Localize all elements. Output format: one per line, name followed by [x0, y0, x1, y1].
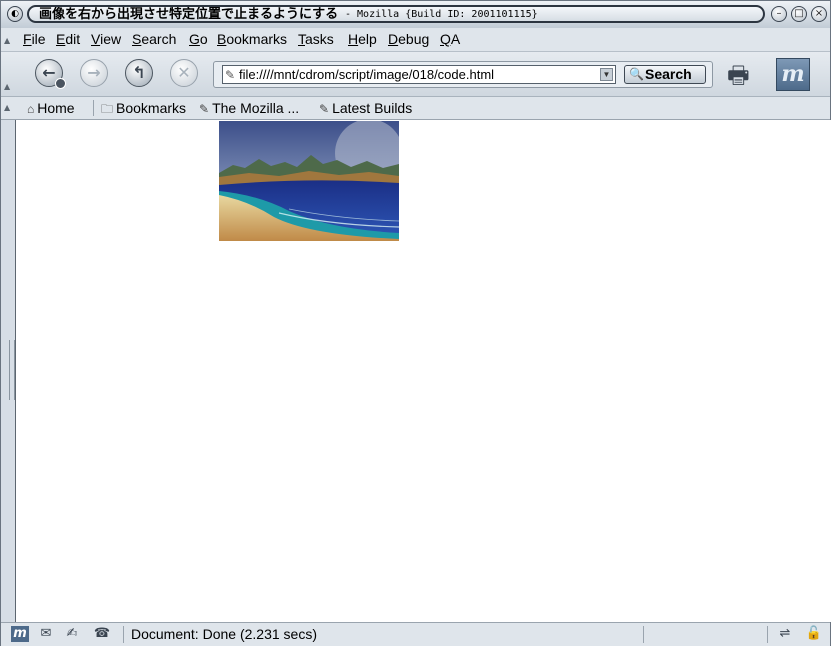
folder-icon: 🗀 — [101, 102, 114, 116]
personal-home-button[interactable]: ⌂ Home — [27, 99, 75, 118]
beach-landscape-image — [219, 121, 399, 241]
maximize-icon[interactable]: □ — [791, 6, 807, 22]
toolbar-grip-icon[interactable]: ▲ — [4, 82, 12, 94]
toolbar-grip-icon[interactable]: ▲ — [4, 36, 12, 48]
url-bar-group: ✎ file:////mnt/cdrom/script/image/018/co… — [213, 61, 713, 88]
personal-bookmarks-button[interactable]: 🗀 Bookmarks — [101, 99, 186, 118]
online-status-icon[interactable]: ⇌ — [773, 626, 797, 642]
menu-help[interactable]: Help — [348, 30, 377, 48]
reload-icon[interactable]: ↰ — [125, 59, 153, 87]
security-lock-icon[interactable]: 🔓 — [805, 626, 823, 642]
beach-landscape-illustration — [219, 121, 399, 241]
page-proxy-icon[interactable]: ✎ — [225, 67, 235, 83]
menu-edit[interactable]: Edit — [56, 30, 80, 48]
menu-tasks[interactable]: Tasks — [298, 30, 334, 48]
navigator-icon[interactable]: m — [11, 626, 29, 642]
menu-debug[interactable]: Debug — [388, 30, 429, 48]
search-button-label: Search — [645, 66, 692, 82]
search-button[interactable]: 🔍 Search — [624, 65, 706, 84]
personal-mozilla-label: The Mozilla ... — [212, 100, 300, 116]
toolbar-divider — [93, 100, 94, 116]
personal-home-label: Home — [37, 100, 75, 116]
url-input[interactable]: ✎ file:////mnt/cdrom/script/image/018/co… — [222, 65, 616, 84]
url-history-dropdown-icon[interactable]: ▼ — [600, 68, 613, 81]
menu-go[interactable]: Go — [189, 30, 208, 48]
menu-bookmarks[interactable]: Bookmarks — [217, 30, 287, 48]
window-title: 画像を右から出現させ特定位置で止まるようにする - Mozilla {Build… — [27, 5, 765, 23]
url-text: file:////mnt/cdrom/script/image/018/code… — [239, 67, 495, 82]
navigation-toolbar: ▲ ← → ↰ ✕ ✎ file:////mnt/cdrom/script/im… — [1, 52, 830, 97]
status-divider — [643, 626, 644, 643]
toolbar-grip-icon[interactable]: ▲ — [4, 103, 12, 115]
sidebar-splitter[interactable] — [1, 120, 15, 622]
stop-icon[interactable]: ✕ — [170, 59, 198, 87]
window-menu-icon[interactable]: ◐ — [7, 6, 23, 22]
window-title-main: 画像を右から出現させ特定位置で止まるようにする — [39, 7, 339, 22]
address-book-icon[interactable]: ☎ — [93, 626, 111, 642]
mozilla-logo-icon[interactable]: m — [776, 58, 810, 91]
browser-window: ◐ 画像を右から出現させ特定位置で止まるようにする - Mozilla {Bui… — [0, 0, 831, 646]
mail-icon[interactable]: ✉ — [37, 626, 55, 642]
personal-latest-builds-label: Latest Builds — [332, 100, 413, 116]
close-icon[interactable]: × — [811, 6, 827, 22]
title-bar[interactable]: ◐ 画像を右から出現させ特定位置で止まるようにする - Mozilla {Bui… — [1, 1, 830, 29]
back-arrow-icon[interactable]: ← — [35, 59, 66, 89]
personal-latest-builds-link[interactable]: ✎ Latest Builds — [319, 99, 412, 118]
menu-qa[interactable]: QA — [440, 30, 460, 48]
menu-bar: ▲ File Edit View Search Go Bookmarks Tas… — [1, 28, 830, 52]
minimize-icon[interactable]: – — [771, 6, 787, 22]
bookmark-icon: ✎ — [199, 102, 210, 116]
composer-icon[interactable]: ✍ — [63, 626, 81, 642]
menu-search[interactable]: Search — [132, 30, 176, 48]
personal-toolbar: ▲ ⌂ Home 🗀 Bookmarks ✎ The Mozilla ... ✎ Lat… — [1, 97, 830, 120]
search-icon: 🔍 — [629, 67, 644, 81]
status-bar: m ✉ ✍ ☎ Document: Done (2.231 secs) ⇌ 🔓 — [1, 622, 830, 646]
bookmark-icon: ✎ — [319, 102, 330, 116]
menu-view[interactable]: View — [91, 30, 121, 48]
personal-mozilla-link[interactable]: ✎ The Mozilla ... — [199, 99, 299, 118]
home-icon: ⌂ — [27, 102, 35, 116]
personal-bookmarks-label: Bookmarks — [116, 100, 187, 116]
status-divider — [123, 626, 124, 643]
page-content — [15, 120, 831, 622]
forward-arrow-icon[interactable]: → — [80, 59, 108, 87]
back-dropdown-icon[interactable] — [55, 78, 66, 89]
status-divider — [767, 626, 768, 643]
menu-file[interactable]: File — [23, 30, 46, 48]
print-icon[interactable]: 🖶 — [727, 58, 769, 89]
status-text: Document: Done (2.231 secs) — [131, 626, 317, 642]
window-title-sub: - Mozilla {Build ID: 2001101115} — [345, 9, 538, 20]
